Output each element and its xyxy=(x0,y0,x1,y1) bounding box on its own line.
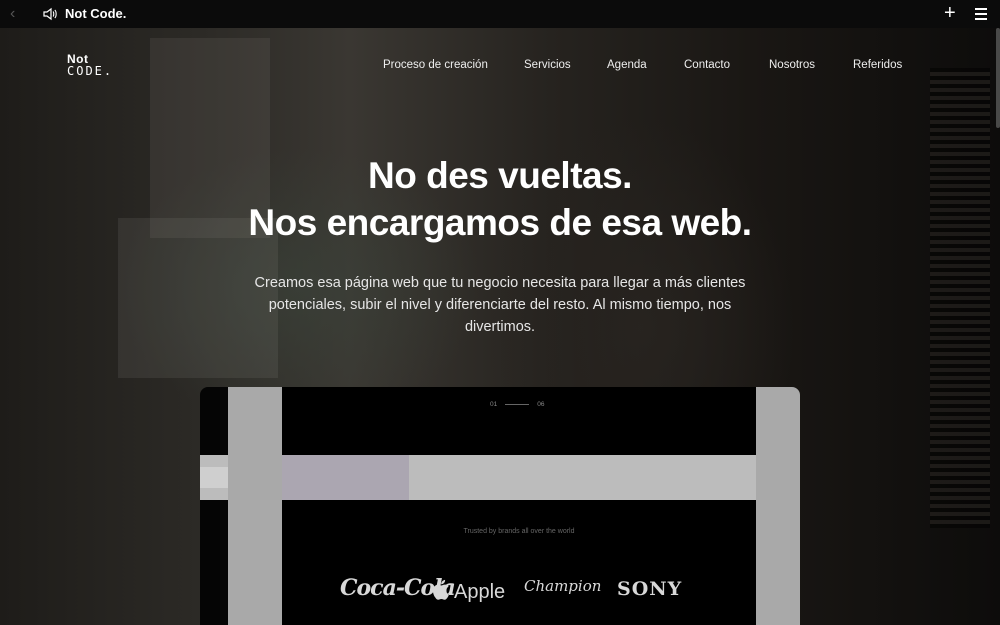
apple-wordmark: Apple xyxy=(454,581,506,603)
nav-item-contacto[interactable]: Contacto xyxy=(684,59,730,71)
mockup-left-stub xyxy=(200,467,228,488)
slide-total: 06 xyxy=(537,401,545,408)
nav-item-nosotros[interactable]: Nosotros xyxy=(769,59,815,71)
mockup-lilac-block xyxy=(282,455,409,500)
hero-section: Not CODE. Proceso de creación Servicios … xyxy=(0,28,1000,625)
mockup-band xyxy=(200,455,756,500)
hero-subtitle: Creamos esa página web que tu negocio ne… xyxy=(254,275,746,335)
site-title: Not Code. xyxy=(65,6,127,21)
trusted-text: Trusted by brands all over the world xyxy=(463,528,575,535)
chevron-left-icon[interactable]: ‹ xyxy=(10,6,26,22)
headline-line-2: Nos encargamos de esa web. xyxy=(248,202,752,243)
website-mockup: 01 06 Trusted by brands all over the worl… xyxy=(200,387,800,625)
champion-logo: Champion xyxy=(524,577,602,595)
slide-indicator[interactable]: 01 06 xyxy=(490,401,544,408)
nav-item-agenda[interactable]: Agenda xyxy=(607,59,647,71)
speaker-icon[interactable] xyxy=(42,6,58,22)
mockup-side-right xyxy=(756,387,800,625)
sony-logo: SONY xyxy=(617,578,683,600)
hamburger-menu-icon[interactable] xyxy=(975,8,987,20)
scrollbar[interactable] xyxy=(996,28,1000,128)
mockup-bottom-panel xyxy=(282,500,756,625)
hero-headline: No des vueltas. Nos encargamos de esa we… xyxy=(0,152,1000,246)
mockup-top-panel xyxy=(282,387,756,455)
nav-item-proceso[interactable]: Proceso de creación xyxy=(383,59,488,71)
apple-icon xyxy=(432,579,449,600)
background-blinds xyxy=(930,68,990,528)
nav-item-servicios[interactable]: Servicios xyxy=(524,59,571,71)
slide-current: 01 xyxy=(490,401,498,408)
plus-icon[interactable]: + xyxy=(944,3,956,23)
browser-top-bar: ‹ Not Code. + xyxy=(0,0,1000,28)
headline-line-1: No des vueltas. xyxy=(368,155,632,196)
main-nav: Proceso de creación Servicios Agenda Con… xyxy=(0,59,1000,75)
slide-progress-line xyxy=(505,403,530,405)
brand-logos: Coca-Cola Apple Champion SONY xyxy=(340,575,700,605)
nav-item-referidos[interactable]: Referidos xyxy=(853,59,902,71)
apple-logo: Apple xyxy=(432,579,505,604)
mockup-side-left xyxy=(228,387,282,625)
